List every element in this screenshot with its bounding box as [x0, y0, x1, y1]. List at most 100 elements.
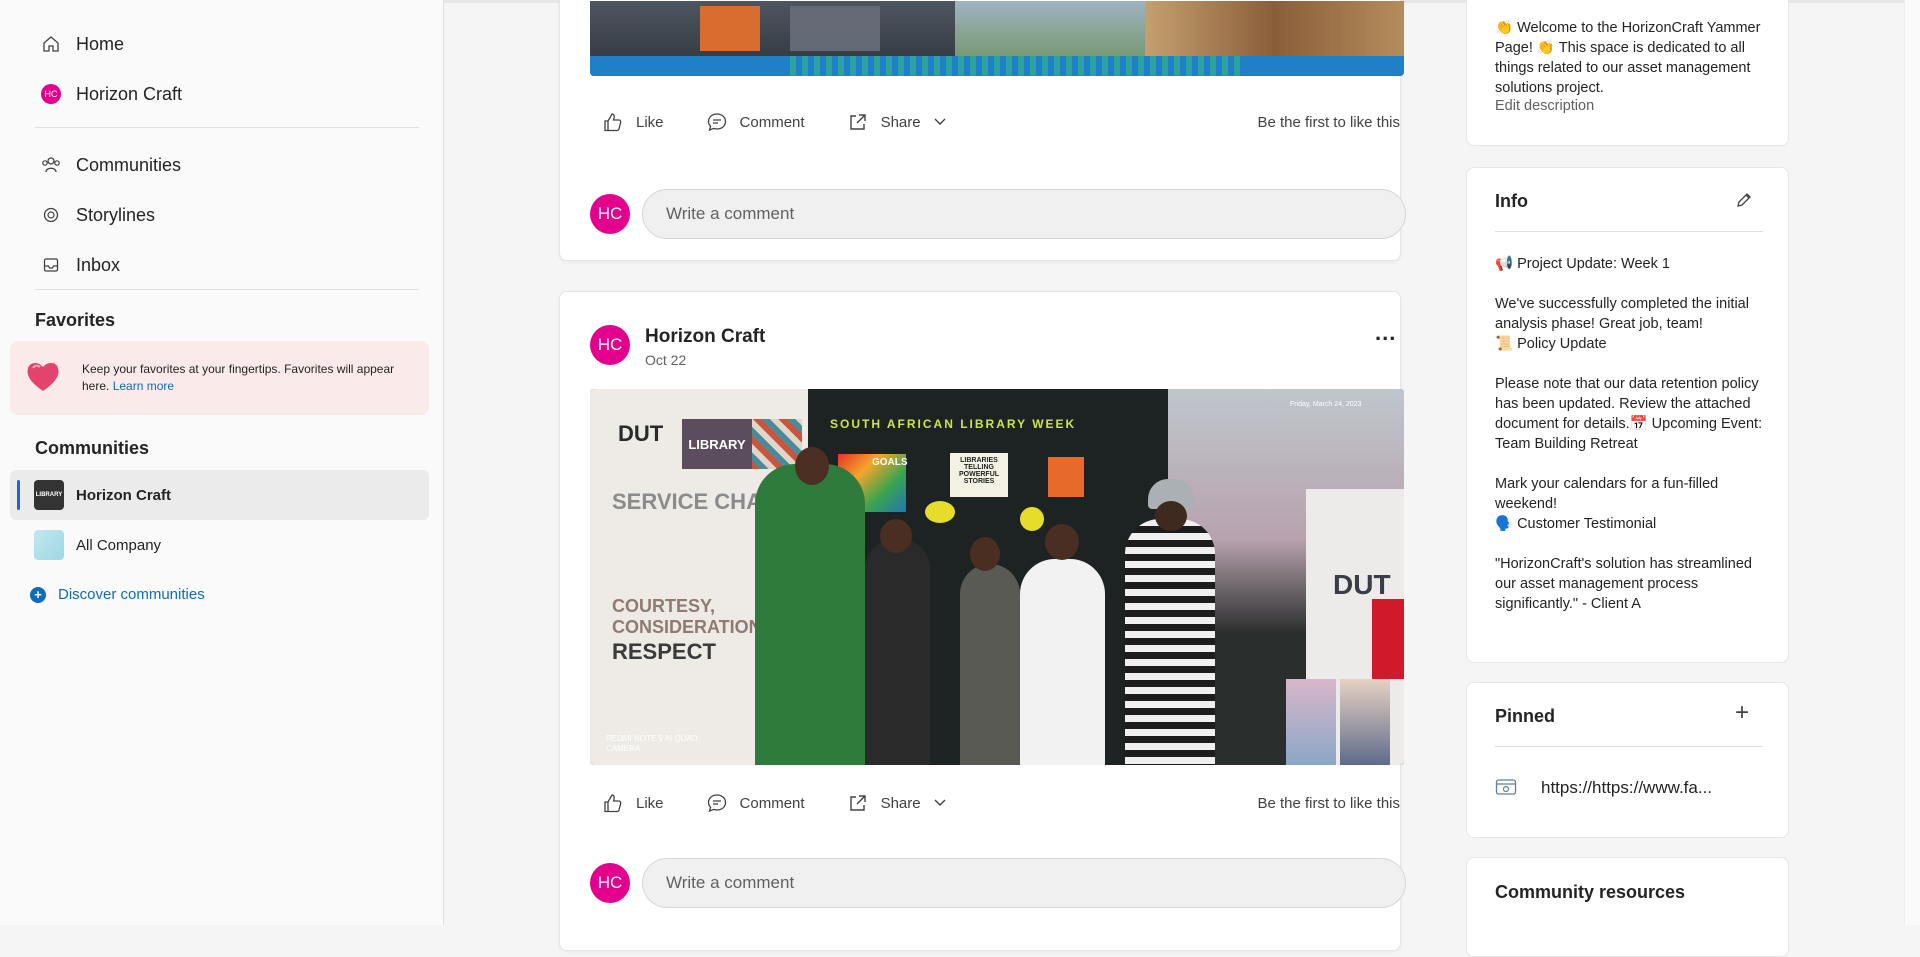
add-plus-icon[interactable]: +	[1735, 701, 1749, 725]
resources-title: Community resources	[1495, 882, 1686, 902]
favorites-empty-state: Keep your favorites at your fingertips. …	[10, 341, 429, 415]
like-button[interactable]: Like	[602, 111, 664, 133]
comment-row: HC Write a comment	[590, 189, 1406, 239]
banner-library-text: LIBRARY	[682, 419, 752, 469]
info-line	[1495, 274, 1767, 294]
info-line: 📜 Policy Update	[1495, 336, 1607, 352]
community-label: All Company	[76, 536, 162, 554]
info-line	[1495, 454, 1767, 474]
community-all-company[interactable]: All Company	[10, 520, 429, 570]
banner-dut-right-text: DUT	[1333, 569, 1391, 600]
discover-label: Discover communities	[58, 586, 205, 603]
resources-card: Community resources	[1466, 857, 1789, 957]
post-card: HC Horizon Craft Oct 22 ... DUT LIBRARY …	[559, 291, 1406, 951]
camera-watermark: REDMI NOTE 9 AI QUAD CAMERA	[606, 734, 698, 753]
pinned-card: Pinned + https://https://www.fa...	[1466, 682, 1789, 838]
board-library-week-text: SOUTH AFRICAN LIBRARY WEEK	[830, 417, 1077, 431]
learn-more-link[interactable]: Learn more	[113, 379, 174, 393]
info-line: We've successfully completed the initial…	[1495, 296, 1749, 332]
divider	[35, 289, 419, 290]
user-avatar: HC	[590, 194, 630, 234]
first-like-text: Be the first to like this	[1257, 794, 1400, 812]
share-button[interactable]: Share	[847, 111, 959, 133]
like-icon	[604, 794, 622, 813]
nav-horizon-craft[interactable]: HC Horizon Craft	[40, 79, 182, 109]
comment-input[interactable]: Write a comment	[642, 189, 1406, 239]
communities-icon	[40, 154, 62, 176]
info-line: 🗣️ Customer Testimonial	[1495, 516, 1657, 532]
communities-title: Communities	[35, 438, 150, 458]
info-line: Please note that our data retention poli…	[1495, 376, 1763, 452]
info-line: "HorizonCraft's solution has streamlined…	[1495, 556, 1752, 612]
post-image[interactable]	[590, 1, 1404, 76]
share-icon	[849, 114, 866, 130]
info-title: Info	[1495, 191, 1528, 211]
banner-courtesy-text: COURTESY,	[612, 596, 716, 616]
storylines-icon	[40, 204, 62, 226]
comment-input[interactable]: Write a comment	[642, 858, 1406, 908]
post-actions: Like Comment Share Be the first to like …	[602, 792, 1400, 814]
nav-storylines[interactable]: Storylines	[40, 200, 155, 230]
post-photo[interactable]: DUT LIBRARY SERVICE CHARTER COURTESY, CO…	[590, 389, 1404, 765]
hc-avatar: HC	[40, 83, 62, 105]
info-line: Mark your calendars for a fun-filled wee…	[1495, 476, 1719, 512]
first-like-text: Be the first to like this	[1257, 113, 1400, 131]
heart-icon	[24, 358, 62, 399]
comment-icon	[707, 794, 726, 813]
description-card: 👏 Welcome to the HorizonCraft Yammer Pag…	[1466, 0, 1789, 146]
comment-row: HC Write a comment	[590, 858, 1406, 908]
info-card: Info 📢 Project Update: Week 1 We've succ…	[1466, 167, 1789, 663]
comment-button[interactable]: Comment	[706, 111, 805, 133]
info-divider	[1495, 231, 1763, 232]
link-icon	[1495, 778, 1517, 801]
scrollbar[interactable]	[1904, 0, 1920, 925]
post-card: Like Comment Share Be the first to like …	[559, 0, 1406, 261]
banner-consideration-text: CONSIDERATION,	[612, 617, 767, 637]
info-line	[1495, 534, 1767, 554]
info-body: 📢 Project Update: Week 1 We've successfu…	[1495, 254, 1767, 614]
banner-dut-text: DUT	[618, 421, 664, 446]
board-libraries-telling-text: LIBRARIES TELLING POWERFUL STORIES	[950, 453, 1008, 497]
share-icon	[849, 795, 866, 811]
board-goals-text: GOALS	[872, 457, 908, 468]
pinned-divider	[1495, 746, 1763, 747]
post-author[interactable]: Horizon Craft	[645, 326, 765, 348]
pinned-title: Pinned	[1495, 706, 1556, 726]
favorites-text: Keep your favorites at your fingertips. …	[82, 362, 395, 393]
post-date[interactable]: Oct 22	[645, 352, 686, 368]
nav-inbox[interactable]: Inbox	[40, 250, 120, 280]
like-icon	[604, 113, 622, 132]
more-options-button[interactable]: ...	[1375, 320, 1396, 346]
comment-icon	[707, 113, 726, 132]
divider	[35, 127, 419, 128]
chevron-down-icon	[934, 799, 946, 806]
edit-pencil-icon[interactable]	[1735, 191, 1753, 214]
nav-storylines-label: Storylines	[76, 204, 156, 225]
nav-inbox-label: Inbox	[76, 254, 121, 275]
like-button[interactable]: Like	[602, 792, 664, 814]
plus-circle-icon: +	[30, 586, 46, 603]
discover-communities-link[interactable]: + Discover communities	[30, 586, 205, 603]
nav-communities-label: Communities	[76, 154, 182, 175]
community-thumbnail	[34, 530, 64, 560]
community-description: 👏 Welcome to the HorizonCraft Yammer Pag…	[1495, 20, 1761, 96]
left-sidebar: Home HC Horizon Craft Communities Storyl…	[0, 0, 444, 925]
share-button[interactable]: Share	[847, 792, 959, 814]
pinned-link[interactable]: https://https://www.fa...	[1541, 778, 1712, 798]
info-line: 📢 Project Update: Week 1	[1495, 256, 1670, 272]
community-horizon-craft[interactable]: LIBRARY Horizon Craft	[10, 470, 429, 520]
author-avatar[interactable]: HC	[590, 325, 630, 365]
community-label: Horizon Craft	[76, 486, 171, 504]
edit-description-link[interactable]: Edit description	[1495, 98, 1594, 114]
post-actions: Like Comment Share Be the first to like …	[602, 111, 1400, 133]
community-thumbnail: LIBRARY	[34, 480, 64, 510]
nav-home[interactable]: Home	[40, 29, 124, 59]
chevron-down-icon	[934, 118, 946, 125]
banner-respect-text: RESPECT	[612, 639, 716, 664]
photo-date-stamp: Friday, March 24, 2023	[1290, 401, 1362, 408]
comment-button[interactable]: Comment	[706, 792, 805, 814]
nav-home-label: Home	[76, 33, 125, 54]
user-avatar: HC	[590, 863, 630, 903]
nav-communities[interactable]: Communities	[40, 150, 181, 180]
home-icon	[40, 33, 62, 55]
